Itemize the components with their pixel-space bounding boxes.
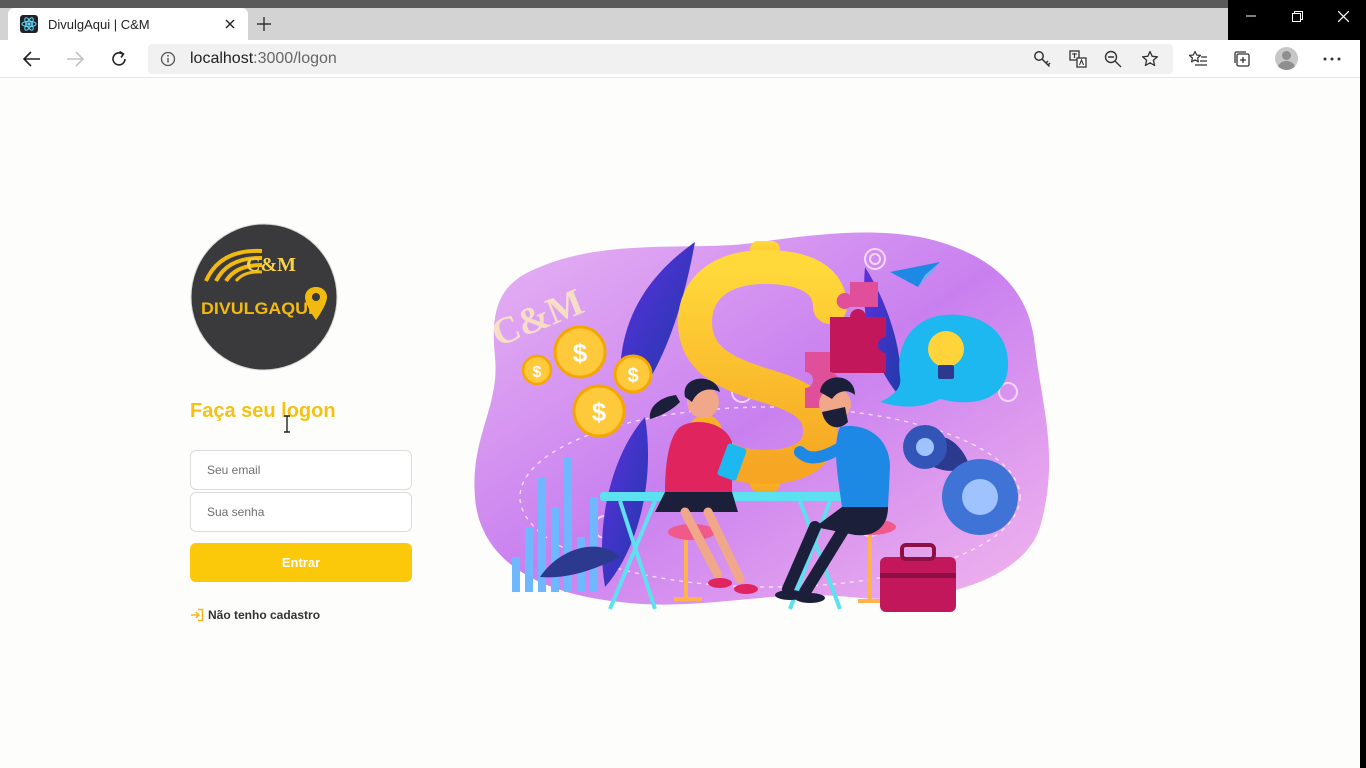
url-text[interactable]: localhost:3000/logon	[190, 50, 337, 68]
profile-icon[interactable]	[1275, 47, 1298, 70]
refresh-icon[interactable]	[108, 48, 130, 70]
window-right-edge	[1360, 40, 1366, 768]
hero-illustration: C&M $ $ $ $	[474, 232, 1050, 612]
svg-text:$: $	[592, 397, 607, 427]
register-link[interactable]: Não tenho cadastro	[190, 608, 320, 622]
browser-tab[interactable]: DivulgAqui | C&M	[8, 8, 248, 40]
page-title: Faça seu logon	[190, 400, 336, 422]
email-field[interactable]	[190, 450, 412, 490]
translate-icon[interactable]	[1067, 48, 1089, 70]
favorite-star-icon[interactable]	[1139, 48, 1161, 70]
restore-icon[interactable]	[1274, 0, 1320, 32]
logo-brand-main: DIVULGAQUI	[201, 300, 313, 318]
more-icon[interactable]	[1321, 48, 1343, 70]
register-link-text: Não tenho cadastro	[208, 608, 321, 622]
logo-brand-top: C&M	[246, 254, 296, 276]
address-bar[interactable]: localhost:3000/logon	[148, 44, 1173, 74]
svg-text:$: $	[533, 364, 542, 381]
close-tab-icon[interactable]	[222, 16, 238, 32]
favorites-list-icon[interactable]	[1187, 48, 1209, 70]
react-favicon-icon	[20, 15, 38, 33]
divulgaqui-logo: C&M DIVULGAQUI	[190, 223, 338, 371]
logon-page: C&M DIVULGAQUI Faça seu logon Entrar Não…	[4, 79, 1360, 768]
close-window-icon[interactable]	[1320, 0, 1366, 32]
window-controls	[1228, 0, 1366, 40]
svg-text:$: $	[573, 338, 588, 368]
login-arrow-icon	[191, 608, 204, 622]
collections-icon[interactable]	[1231, 48, 1253, 70]
key-icon[interactable]	[1031, 48, 1053, 70]
submit-button[interactable]: Entrar	[190, 543, 412, 582]
url-path: :3000/logon	[253, 50, 337, 67]
info-icon[interactable]	[160, 51, 176, 67]
url-host: localhost	[190, 50, 254, 67]
browser-toolbar: localhost:3000/logon	[0, 40, 1360, 78]
tab-title: DivulgAqui | C&M	[48, 16, 150, 32]
svg-text:$: $	[627, 365, 638, 387]
minimize-icon[interactable]	[1228, 0, 1274, 32]
forward-icon[interactable]	[64, 48, 86, 70]
back-icon[interactable]	[21, 48, 43, 70]
password-field[interactable]	[190, 492, 412, 532]
zoom-out-icon[interactable]	[1102, 48, 1124, 70]
window-top-edge	[0, 0, 1366, 8]
new-tab-icon[interactable]	[254, 14, 274, 34]
text-cursor-icon	[284, 415, 290, 433]
